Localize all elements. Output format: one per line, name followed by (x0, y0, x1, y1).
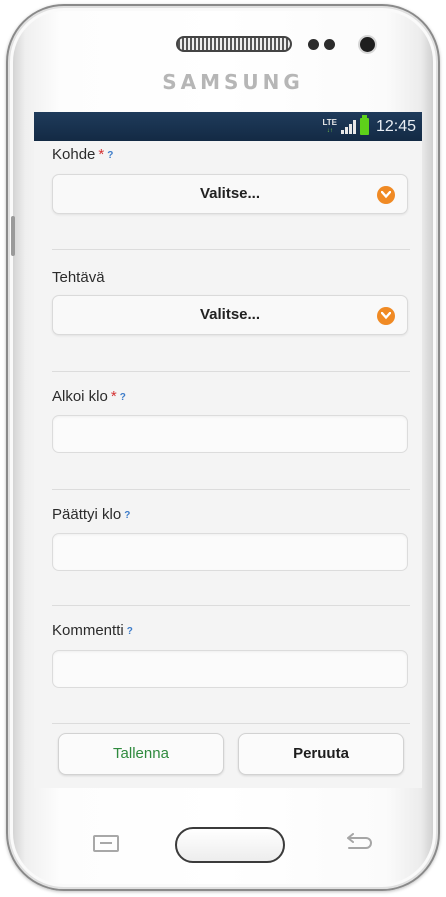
alkoi-input[interactable] (52, 415, 408, 453)
help-icon[interactable]: ? (120, 392, 126, 403)
kommentti-label: Kommentti (52, 622, 124, 639)
help-icon[interactable]: ? (124, 510, 130, 521)
help-icon[interactable]: ? (127, 626, 133, 637)
required-marker: * (98, 146, 105, 163)
lte-icon: LTE ↓↑ (322, 117, 337, 134)
tehtava-select[interactable]: Valitse... (52, 295, 408, 335)
screen: LTE ↓↑ 12:45 Kohde *? Valitse... Tehtävä V… (34, 112, 422, 788)
alkoi-label: Alkoi klo (52, 388, 108, 405)
required-marker: * (110, 388, 117, 405)
divider (52, 723, 410, 724)
alkoi-label-row: Alkoi klo *? (52, 388, 126, 405)
volume-button (11, 216, 15, 256)
tehtava-select-value: Valitse... (199, 306, 261, 323)
divider (52, 371, 410, 372)
kommentti-input[interactable] (52, 650, 408, 688)
front-camera (360, 37, 375, 52)
divider (52, 489, 410, 490)
earpiece-speaker (176, 36, 292, 52)
divider (52, 605, 410, 606)
tehtava-label-row: Tehtävä (52, 269, 105, 286)
paattyi-label-row: Päättyi klo? (52, 506, 130, 523)
kohde-label-row: Kohde *? (52, 146, 113, 163)
kommentti-label-row: Kommentti? (52, 622, 133, 639)
menu-key-icon[interactable] (93, 835, 119, 852)
paattyi-label: Päättyi klo (52, 506, 122, 523)
save-button[interactable]: Tallenna (58, 733, 224, 775)
status-clock: 12:45 (375, 117, 416, 135)
paattyi-input[interactable] (52, 533, 408, 571)
back-key-icon[interactable] (345, 833, 375, 855)
light-sensor (324, 39, 335, 50)
chevron-down-icon (377, 307, 395, 325)
proximity-sensor (308, 39, 319, 50)
help-icon[interactable]: ? (107, 150, 113, 161)
kohde-select-value: Valitse... (199, 185, 261, 202)
kohde-select[interactable]: Valitse... (52, 174, 408, 214)
divider (52, 249, 410, 250)
kohde-label: Kohde (52, 146, 96, 163)
cancel-button[interactable]: Peruuta (238, 733, 404, 775)
tehtava-label: Tehtävä (52, 269, 105, 286)
brand-logo: SAMSUNG (162, 70, 304, 94)
battery-icon (359, 115, 369, 135)
home-button[interactable] (175, 827, 285, 863)
status-bar: LTE ↓↑ 12:45 (34, 112, 422, 141)
signal-icon (340, 119, 356, 134)
chevron-down-icon (377, 186, 395, 204)
